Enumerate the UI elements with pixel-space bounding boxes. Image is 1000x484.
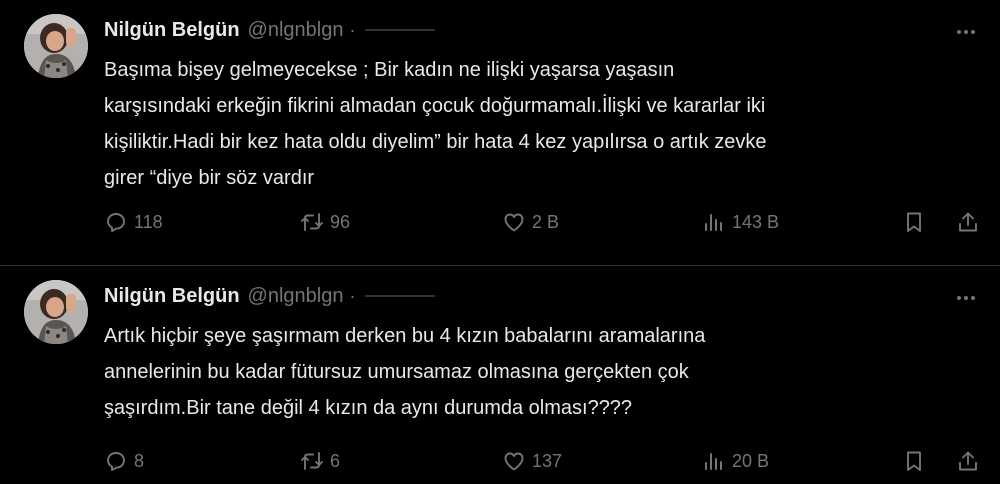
tweet[interactable]: Nilgün Belgün @nlgnblgn · Artık hiçbir ş… bbox=[0, 266, 1000, 484]
heart-icon bbox=[504, 213, 524, 232]
avatar-image bbox=[24, 280, 88, 344]
tweet-header: Nilgün Belgün @nlgnblgn · bbox=[104, 282, 436, 310]
author-name[interactable]: Nilgün Belgün bbox=[104, 19, 240, 42]
heart-icon bbox=[504, 452, 524, 471]
more-dots-icon[interactable] bbox=[954, 20, 978, 44]
retweet-icon bbox=[301, 452, 323, 470]
avatar-image bbox=[24, 14, 88, 78]
reply-count: 8 bbox=[134, 450, 145, 471]
tweet-header: Nilgün Belgün @nlgnblgn · bbox=[104, 16, 436, 44]
like-count: 137 bbox=[532, 450, 563, 471]
reply-button[interactable]: 118 bbox=[104, 207, 163, 237]
share-button[interactable] bbox=[956, 446, 980, 476]
bookmark-button[interactable] bbox=[902, 207, 926, 237]
tweet-text: Başıma bişey gelmeyecekse ; Bir kadın ne… bbox=[104, 59, 767, 189]
avatar[interactable] bbox=[24, 280, 88, 344]
views-count: 143 B bbox=[732, 211, 780, 232]
views-count: 20 B bbox=[732, 450, 770, 471]
author-name[interactable]: Nilgün Belgün bbox=[104, 285, 240, 308]
like-count: 2 B bbox=[532, 211, 560, 232]
author-handle[interactable]: @nlgnblgn bbox=[248, 285, 344, 308]
tweet-actions: 118 96 2 B 143 B bbox=[104, 207, 984, 237]
retweet-count: 96 bbox=[330, 211, 351, 232]
like-button[interactable]: 137 bbox=[502, 446, 562, 476]
views-chart-icon bbox=[705, 214, 722, 231]
retweet-count: 6 bbox=[330, 450, 341, 471]
share-icon bbox=[959, 212, 977, 232]
timestamp-placeholder bbox=[365, 29, 436, 31]
share-icon bbox=[959, 451, 977, 471]
tweet-actions: 8 6 137 20 B bbox=[104, 446, 984, 476]
like-button[interactable]: 2 B bbox=[502, 207, 559, 237]
reply-count: 118 bbox=[134, 211, 163, 232]
retweet-icon bbox=[301, 213, 323, 231]
reply-icon bbox=[107, 452, 125, 471]
author-handle[interactable]: @nlgnblgn bbox=[248, 19, 344, 42]
bookmark-button[interactable] bbox=[902, 446, 926, 476]
separator-dot: · bbox=[349, 19, 356, 40]
views-button[interactable]: 143 B bbox=[702, 207, 779, 237]
share-button[interactable] bbox=[956, 207, 980, 237]
timestamp-placeholder bbox=[365, 295, 436, 297]
separator-dot: · bbox=[349, 285, 356, 306]
tweet[interactable]: Nilgün Belgün @nlgnblgn · Başıma bişey g… bbox=[0, 0, 1000, 265]
more-dots-icon[interactable] bbox=[954, 286, 978, 310]
retweet-button[interactable]: 6 bbox=[300, 446, 340, 476]
bookmark-icon bbox=[907, 212, 921, 232]
bookmark-icon bbox=[907, 451, 921, 471]
views-chart-icon bbox=[705, 453, 722, 470]
tweet-text: Artık hiçbir şeye şaşırmam derken bu 4 k… bbox=[104, 325, 706, 419]
views-button[interactable]: 20 B bbox=[702, 446, 769, 476]
avatar[interactable] bbox=[24, 14, 88, 78]
reply-icon bbox=[107, 213, 125, 232]
reply-button[interactable]: 8 bbox=[104, 446, 144, 476]
retweet-button[interactable]: 96 bbox=[300, 207, 350, 237]
